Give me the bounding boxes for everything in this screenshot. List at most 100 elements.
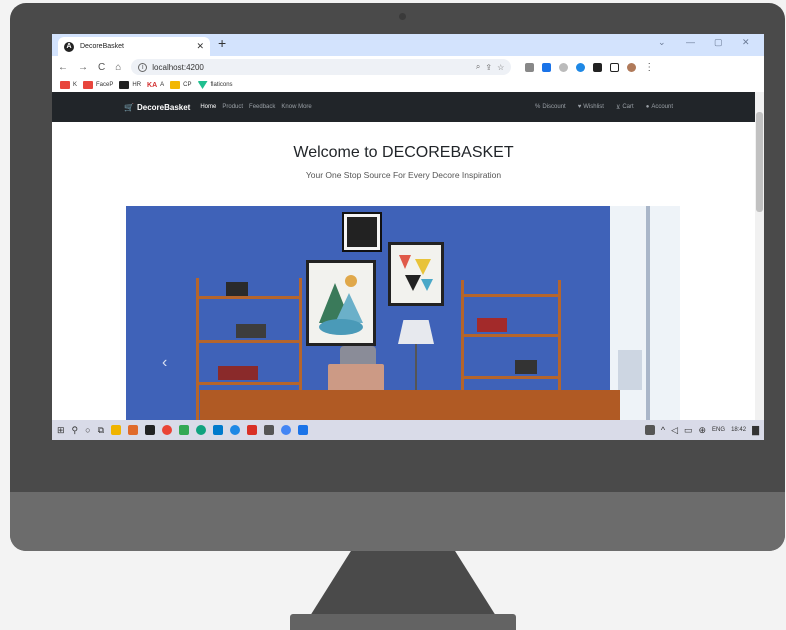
reload-icon[interactable]: C <box>98 62 105 73</box>
browser-tab[interactable]: A DecoreBasket ✕ <box>58 37 210 56</box>
tray-chevron-icon[interactable]: ^ <box>661 425 665 435</box>
language-indicator[interactable]: ENG <box>712 427 725 433</box>
minimize-icon[interactable]: — <box>686 37 695 47</box>
cart-icon: 🛒 <box>124 102 134 112</box>
close-tab-icon[interactable]: ✕ <box>196 41 204 52</box>
bookmark-item[interactable]: HR <box>119 81 141 89</box>
shelf-board <box>196 382 302 385</box>
zoom-icon[interactable]: ⌕ <box>476 62 480 72</box>
site-navbar: 🛒 DecoreBasket Home Product Feedback Kno… <box>52 92 755 122</box>
clock[interactable]: 18:42 <box>731 427 746 433</box>
tab-search-icon[interactable]: ⌄ <box>658 37 666 48</box>
share-icon[interactable]: ⇪ <box>485 63 492 72</box>
web-page: 🛒 DecoreBasket Home Product Feedback Kno… <box>52 92 755 420</box>
home-icon[interactable]: ⌂ <box>115 62 121 73</box>
webcam-dot <box>399 13 406 20</box>
nav-account[interactable]: ● Account <box>646 104 673 111</box>
site-info-icon[interactable]: i <box>138 62 148 72</box>
app-icon[interactable] <box>281 425 292 435</box>
system-tray: ^ ◁ ▭ ⊕ ENG 18:42 ▇ <box>644 425 759 436</box>
app-icon[interactable] <box>264 425 275 435</box>
forward-icon[interactable]: → <box>78 62 88 73</box>
extension-icon[interactable] <box>559 62 569 72</box>
bookmark-star-icon[interactable]: ☆ <box>497 63 504 72</box>
vscode-icon[interactable] <box>213 425 224 435</box>
nav-feedback[interactable]: Feedback <box>249 104 275 110</box>
bookmark-item[interactable]: CP <box>170 81 192 89</box>
new-tab-button[interactable]: + <box>218 35 226 51</box>
page-scrollbar[interactable] <box>755 92 764 420</box>
nav-wishlist-label: Wishlist <box>583 104 604 110</box>
close-window-icon[interactable]: ✕ <box>742 37 750 48</box>
globe-icon[interactable]: ⊕ <box>699 425 707 436</box>
books <box>218 366 258 380</box>
address-bar-row: ← → C ⌂ i localhost:4200 ⌕ ⇪ ☆ ⋮ <box>52 56 764 78</box>
lamp-stand <box>415 344 417 392</box>
screen: A DecoreBasket ✕ + ⌄ — ▢ ✕ ← → C ⌂ i loc… <box>52 34 764 440</box>
app-icon[interactable] <box>196 425 207 435</box>
task-view-icon[interactable]: ⧉ <box>98 425 104 436</box>
scrollbar-thumb[interactable] <box>756 112 763 212</box>
bookmark-item[interactable]: flaticons <box>197 81 233 89</box>
bookmark-favicon-icon <box>170 81 181 89</box>
app-icon[interactable] <box>145 425 156 435</box>
nav-wishlist[interactable]: ♥ Wishlist <box>578 104 604 111</box>
books <box>515 360 537 374</box>
nav-know-more[interactable]: Know More <box>281 104 311 110</box>
site-brand[interactable]: 🛒 DecoreBasket <box>124 103 190 112</box>
brand-name: DecoreBasket <box>136 102 191 112</box>
menu-dots-icon[interactable]: ⋮ <box>644 62 654 73</box>
mountain-art-icon <box>319 275 363 335</box>
bookmark-item[interactable]: KA A <box>147 82 164 89</box>
nav-cart[interactable]: ⊻ Cart <box>616 104 634 111</box>
nav-discount[interactable]: % Discount <box>535 104 566 111</box>
window-frame <box>646 206 650 420</box>
bookmarks-bar: K FaceP HR KA A CP flaticons <box>52 78 764 92</box>
nav-home[interactable]: Home <box>200 104 216 110</box>
shelf-board <box>196 340 302 343</box>
side-panel-icon[interactable] <box>610 62 620 72</box>
app-icon[interactable] <box>128 425 139 435</box>
lamp-shade <box>398 320 434 344</box>
app-icon[interactable] <box>247 425 258 435</box>
extension-icon[interactable] <box>576 62 586 72</box>
desktop-scene: A DecoreBasket ✕ + ⌄ — ▢ ✕ ← → C ⌂ i loc… <box>0 0 786 630</box>
cart-icon: ⊻ <box>615 104 621 111</box>
windows-start-icon[interactable]: ⊞ <box>57 425 65 436</box>
file-explorer-icon[interactable] <box>111 425 122 435</box>
app-icon[interactable] <box>298 425 309 435</box>
windows-taskbar: ⊞ ⚲ ○ ⧉ ^ ◁ ▭ ⊕ ENG 18:42 ▇ <box>52 420 764 440</box>
books <box>226 282 248 296</box>
monitor-chin <box>10 492 785 551</box>
maximize-icon[interactable]: ▢ <box>714 37 723 48</box>
nav-product[interactable]: Product <box>222 104 243 110</box>
extension-icon[interactable] <box>542 62 552 72</box>
extensions-puzzle-icon[interactable] <box>593 62 603 72</box>
app-icon[interactable] <box>230 425 241 435</box>
shelf-post <box>196 278 199 420</box>
geometric-art-icon <box>399 255 433 291</box>
search-icon[interactable]: ⚲ <box>72 425 79 436</box>
carousel-prev-icon[interactable]: ‹ <box>162 354 167 372</box>
city-view <box>618 350 642 390</box>
wall-art-frame <box>344 214 380 250</box>
profile-avatar[interactable] <box>627 62 637 72</box>
cortana-icon[interactable]: ○ <box>85 425 90 435</box>
bookmark-item[interactable]: FaceP <box>83 81 113 89</box>
extension-icon[interactable] <box>525 62 535 72</box>
monitor-stand-foot <box>290 614 516 630</box>
shelf-board <box>461 334 561 337</box>
bookmark-favicon-icon <box>83 81 94 89</box>
chrome-icon[interactable] <box>162 425 173 435</box>
keyboard-icon[interactable] <box>644 425 655 435</box>
notifications-icon[interactable]: ▇ <box>752 425 759 436</box>
omnibox[interactable]: i localhost:4200 ⌕ ⇪ ☆ <box>131 59 512 75</box>
back-icon[interactable]: ← <box>58 62 68 73</box>
bookmark-label: CP <box>183 82 192 88</box>
volume-icon[interactable]: ◁ <box>671 425 678 436</box>
bookmark-label: flaticons <box>210 82 233 88</box>
battery-icon[interactable]: ▭ <box>684 425 693 436</box>
bookmark-item[interactable]: K <box>60 81 77 89</box>
monitor-stand-neck <box>310 551 496 616</box>
app-icon[interactable] <box>179 425 190 435</box>
